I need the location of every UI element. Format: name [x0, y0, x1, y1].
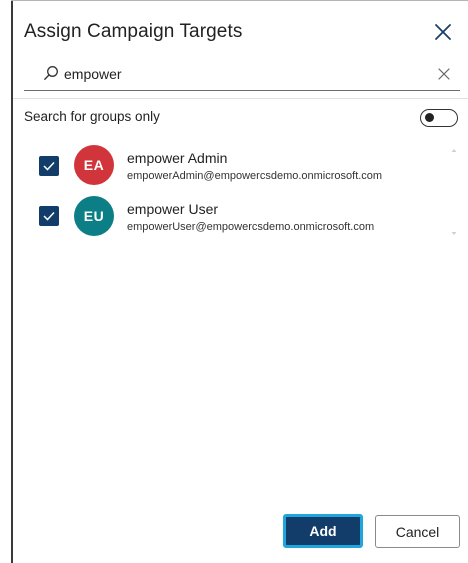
add-button[interactable]: Add [283, 514, 363, 548]
search-input[interactable] [64, 63, 404, 85]
search-box [24, 58, 460, 91]
avatar: EA [74, 145, 114, 185]
search-icon [44, 66, 58, 80]
checkmark-icon [43, 161, 55, 171]
close-icon [435, 24, 451, 40]
groups-only-label: Search for groups only [24, 109, 160, 124]
scroll-down-arrow[interactable] [450, 225, 458, 235]
dialog-title: Assign Campaign Targets [24, 21, 243, 42]
user-email: empowerUser@empowercsdemo.onmicrosoft.co… [127, 221, 375, 233]
header-divider [13, 98, 468, 99]
cancel-button[interactable]: Cancel [375, 515, 460, 548]
avatar: EU [74, 196, 114, 236]
row-checkbox[interactable] [39, 156, 59, 176]
user-name: empower User [127, 201, 219, 217]
scroll-up-arrow[interactable] [450, 141, 458, 152]
clear-search-button[interactable] [436, 66, 452, 82]
user-name: empower Admin [127, 150, 228, 166]
app-frame: Assign Campaign Targets Search for group… [0, 0, 468, 563]
groups-only-toggle[interactable] [420, 109, 458, 127]
assign-campaign-targets-dialog: Assign Campaign Targets Search for group… [13, 1, 468, 563]
chevron-down-icon [451, 232, 457, 235]
list-item[interactable]: EU empower User empowerUser@empowercsdem… [13, 190, 453, 240]
row-checkbox[interactable] [39, 206, 59, 226]
chevron-up-icon [451, 149, 457, 152]
clear-icon [438, 68, 450, 80]
results-list: EA empower Admin empowerAdmin@empowercsd… [13, 139, 468, 249]
toggle-knob [425, 113, 434, 122]
close-button[interactable] [431, 20, 455, 44]
list-item[interactable]: EA empower Admin empowerAdmin@empowercsd… [13, 139, 453, 189]
user-email: empowerAdmin@empowercsdemo.onmicrosoft.c… [127, 170, 383, 182]
checkmark-icon [43, 211, 55, 221]
